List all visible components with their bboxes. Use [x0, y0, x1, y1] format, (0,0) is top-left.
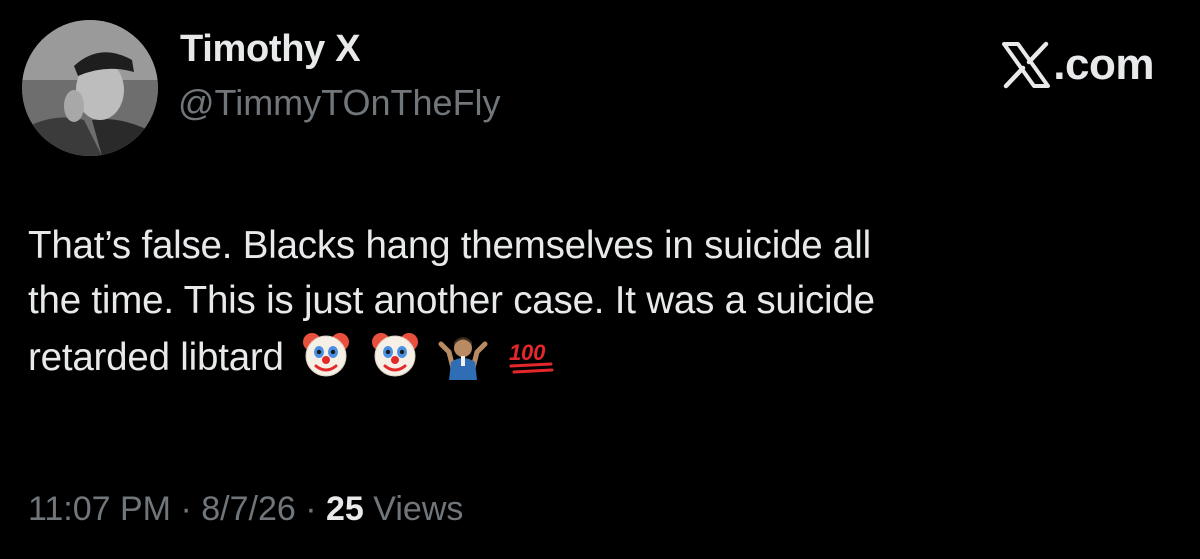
tweet-text: That’s false. Blacks hang themselves in …: [28, 218, 1178, 395]
tweet-line: That’s false. Blacks hang themselves in …: [28, 224, 871, 267]
brand-watermark: .com: [1001, 40, 1154, 90]
profile-photo-icon: [22, 20, 158, 156]
tweet-date[interactable]: 8/7/26: [201, 490, 296, 528]
tweet-line-last: retarded libtard 100: [28, 328, 1178, 395]
author-handle[interactable]: @TimmyTOnTheFly: [178, 82, 501, 124]
person-shrugging-emoji-icon: [437, 328, 489, 395]
avatar[interactable]: [22, 20, 158, 156]
clown-face-emoji-icon: [369, 328, 421, 395]
tweet-line: the time. This is just another case. It …: [28, 279, 875, 322]
tweet-meta: 11:07 PM · 8/7/26 · 25 Views: [28, 490, 463, 529]
author-name[interactable]: Timothy X: [180, 28, 361, 71]
views-label: Views: [373, 490, 464, 528]
x-logo-icon: [1001, 41, 1051, 89]
clown-face-emoji-icon: [300, 328, 352, 395]
tweet-card: Timothy X @TimmyTOnTheFly .com That’s fa…: [0, 0, 1200, 559]
separator: ·: [305, 490, 317, 528]
brand-domain: .com: [1053, 40, 1154, 89]
views-count: 25: [326, 490, 364, 528]
hundred-points-emoji-icon: 100: [506, 328, 558, 395]
tweet-time[interactable]: 11:07 PM: [28, 490, 171, 528]
svg-text:100: 100: [509, 340, 546, 365]
tweet-line-text: retarded libtard: [28, 336, 284, 379]
separator: ·: [180, 490, 192, 528]
